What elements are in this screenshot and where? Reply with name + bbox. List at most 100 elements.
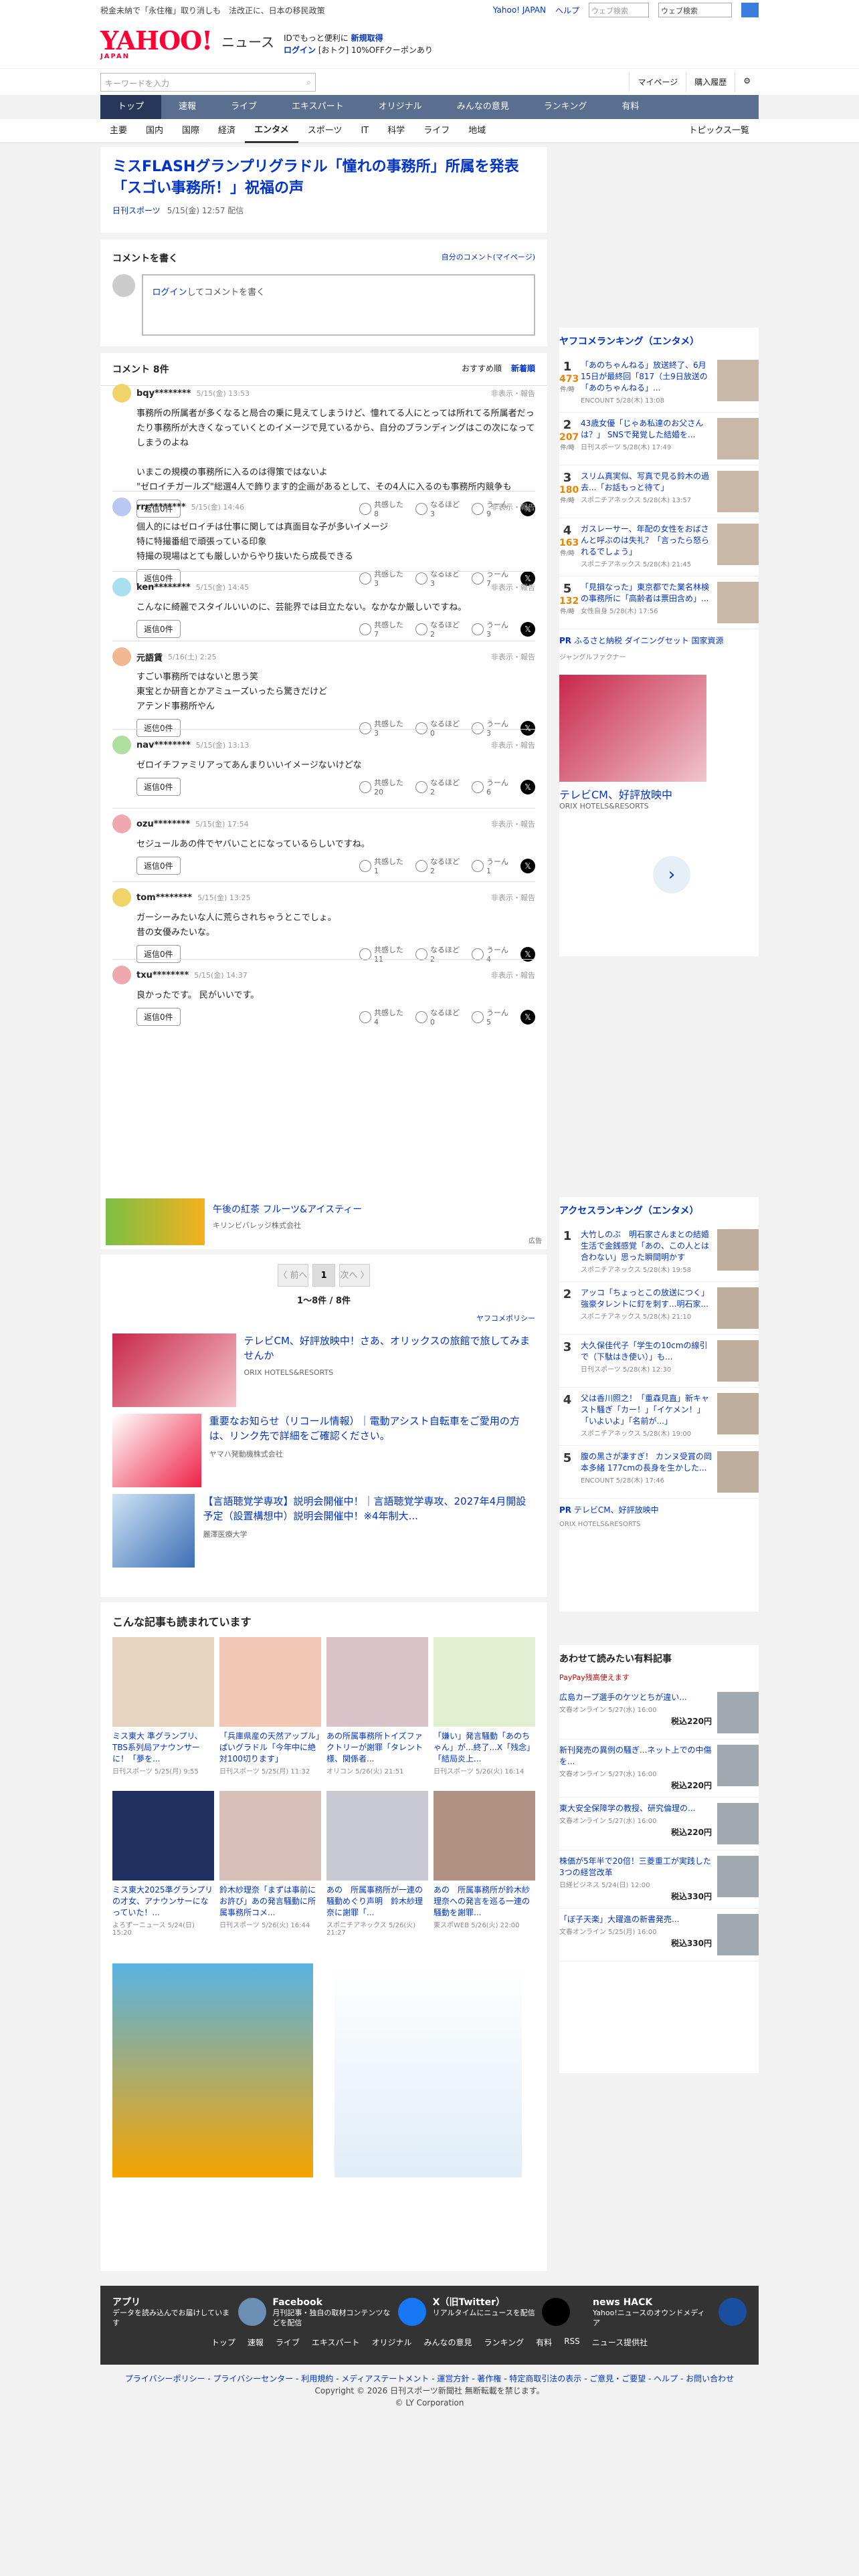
ad-yamaha[interactable]: 重要なお知らせ（リコール情報）｜電動アシスト自転車をご愛用の方は、リンク先で詳細… — [112, 1414, 535, 1487]
reply-button[interactable]: 返信0件 — [136, 620, 181, 638]
ranking-item[interactable]: 1 473 件/時 「あのちゃんねる」放送終了、6月15日が最終回「817（土9日放送… — [559, 354, 759, 413]
report-link[interactable]: 非表示・報告 — [491, 502, 535, 512]
recommended-article[interactable]: 「嫌い」発言騒動「あのちゃん」が...終了...X「残念」「結局炎上... 日刊ス… — [434, 1637, 535, 1786]
yahoo-logo[interactable]: YAHOO! JAPAN — [100, 28, 213, 60]
article-title[interactable]: ミスFLASHグランプリグラドル「憧れの事務所」所属を発表「スゴい事務所！」祝福… — [100, 147, 547, 199]
my-comments-link[interactable]: 自分のコメント(マイページ) — [442, 251, 535, 265]
report-link[interactable]: 非表示・報告 — [491, 582, 535, 593]
category-tab[interactable]: 科学 — [378, 119, 414, 143]
reaction-r3[interactable]: うーん 3 — [472, 718, 508, 738]
nav-item[interactable]: オリジナル — [361, 95, 440, 119]
article-title[interactable]: 「嫌い」発言騒動「あのちゃん」が...終了...X「残念」「結局炎上... — [434, 1731, 535, 1765]
reaction-r3[interactable]: うーん 1 — [472, 856, 508, 875]
facebook-icon[interactable] — [398, 2298, 427, 2326]
x-icon[interactable] — [541, 2298, 570, 2326]
category-tab[interactable]: 国際 — [173, 119, 209, 143]
side-ad-title[interactable]: テレビCM、好評放映中 — [559, 786, 759, 802]
report-link[interactable]: 非表示・報告 — [491, 388, 535, 399]
footer-link[interactable]: 速報 — [248, 2337, 264, 2348]
paid-item[interactable]: 「ぼ子天楽」大躍進の新書発売... 文春オンライン 5/25(月) 16:00 税込… — [559, 1909, 759, 1961]
reaction-r1[interactable]: 共感した 11 — [359, 944, 403, 964]
side-ad-image[interactable] — [559, 675, 706, 782]
article-title[interactable]: あの 所属事務所が鈴木紗理奈への発言を巡る一連の騒動を謝罪... — [434, 1885, 535, 1919]
article-title[interactable]: 「兵庫県産の天然アップル」ぱいグラドル「今年中に絶対100切ります」 — [219, 1731, 321, 1765]
reaction-r1[interactable]: 共感した 4 — [359, 1007, 403, 1027]
reaction-r1[interactable]: 共感した 20 — [359, 777, 403, 796]
article-source[interactable]: 日刊スポーツ — [112, 205, 161, 216]
article-title[interactable]: あの 所属事務所が一連の騒動めぐり声明 鈴木紗理奈に謝罪「... — [326, 1885, 428, 1919]
paid-item[interactable]: 広島カープ選手のケツとちが違い... 文春オンライン 5/27(水) 16:00 税… — [559, 1687, 759, 1739]
recommended-article[interactable]: あの 所属事務所が鈴木紗理奈への発言を巡る一連の騒動を謝罪... 東スポWEB 5… — [434, 1791, 535, 1939]
chevron-right-icon[interactable]: › — [653, 856, 690, 893]
reaction-r2[interactable]: なるほど 0 — [415, 718, 460, 738]
category-tab[interactable]: 国内 — [136, 119, 173, 143]
nav-item[interactable]: 速報 — [161, 95, 213, 119]
web-search-input[interactable]: ウェブ検索 — [589, 3, 649, 17]
nav-item[interactable]: ライブ — [213, 95, 274, 119]
access-item[interactable]: 4 父は香川照之！「重森見直」新キャスト騒ぎ「カー！」「イケメン！」「いよいよ」「… — [559, 1388, 759, 1446]
topbar-headline[interactable]: 税金未納で「永住権」取り消しも 法改正に、日本の移民政策 — [100, 5, 325, 16]
pr-banner[interactable]: 午後の紅茶 フルーツ&アイスティー キリンビバレッジ株式会社 広告 — [100, 1193, 547, 1249]
article-title[interactable]: 鈴木紗理奈「まずは事前にお許び」あの発言騒動に所属事務所コメ... — [219, 1885, 321, 1919]
mypage-button[interactable]: マイページ — [629, 72, 686, 92]
reply-button[interactable]: 返信0件 — [136, 719, 181, 737]
reaction-r3[interactable]: うーん 6 — [472, 777, 508, 796]
reaction-r1[interactable]: 共感した 3 — [359, 718, 403, 738]
report-link[interactable]: 非表示・報告 — [491, 651, 535, 662]
x-share-icon[interactable]: 𝕏 — [520, 1009, 535, 1025]
category-tab[interactable]: エンタメ — [245, 119, 298, 143]
nav-item[interactable]: ランキング — [527, 95, 605, 119]
report-link[interactable]: 非表示・報告 — [491, 892, 535, 903]
reaction-r3[interactable]: うーん 4 — [472, 944, 508, 964]
reaction-r3[interactable]: うーん 3 — [472, 619, 508, 639]
reaction-r1[interactable]: 共感した 1 — [359, 856, 403, 875]
gear-icon[interactable]: ⚙ — [735, 72, 759, 92]
comment-input[interactable]: ログインしてコメントを書く — [141, 274, 535, 336]
ranking-item[interactable]: 2 207 件/時 43歳女優「じゃあ私達のお父さんは？」 SNSで発覚した結婚を..… — [559, 413, 759, 465]
access-item[interactable]: 5 腹の黒さが凄すぎ！ カンヌ受賞の岡本多緒 177cmの長身を生かした... EN… — [559, 1446, 759, 1499]
recommended-article[interactable]: あの 所属事務所が一連の騒動めぐり声明 鈴木紗理奈に謝罪「... スポニチアネック… — [326, 1791, 428, 1939]
comment-author[interactable]: ozu******** — [136, 819, 190, 829]
paid-item[interactable]: 株価が5年半で20倍！三菱重工が実践した3つの経営改革 日経ビジネス 5/24(日… — [559, 1850, 759, 1909]
current-page[interactable]: 1 — [312, 1264, 335, 1287]
reply-button[interactable]: 返信0件 — [136, 857, 181, 875]
comment-author[interactable]: tom******** — [136, 893, 192, 903]
reply-button[interactable]: 返信0件 — [136, 945, 181, 963]
purchase-history-button[interactable]: 購入履歴 — [686, 72, 735, 92]
footer-link[interactable]: ライブ — [276, 2337, 300, 2348]
category-tab[interactable]: 地域 — [459, 119, 495, 143]
paid-item[interactable]: 新刊発売の異例の騒ぎ...ネット上での中傷を... 文春オンライン 5/27(水)… — [559, 1739, 759, 1798]
topics-link[interactable]: トピックス一覧 — [679, 119, 759, 143]
paid-item[interactable]: 東大安全保障学の教授、研究倫理の... 文春オンライン 5/27(水) 16:00… — [559, 1798, 759, 1850]
footer-link[interactable]: ランキング — [484, 2337, 524, 2348]
reply-button[interactable]: 返信0件 — [136, 1008, 181, 1026]
reaction-r2[interactable]: なるほど 0 — [415, 1007, 460, 1027]
nav-item[interactable]: 有料 — [604, 95, 656, 119]
reaction-r3[interactable]: うーん 5 — [472, 1007, 508, 1027]
nav-item[interactable]: みんなの意見 — [440, 95, 527, 119]
footer-link[interactable]: オリジナル — [372, 2337, 412, 2348]
category-tab[interactable]: ライフ — [414, 119, 459, 143]
ranking-pr[interactable]: PR ふるさと納税 ダイニングセット 国家資源 — [559, 629, 759, 651]
x-share-icon[interactable]: 𝕏 — [520, 621, 535, 637]
app-icon[interactable] — [238, 2298, 266, 2326]
category-tab[interactable]: 主要 — [100, 119, 136, 143]
x-share-icon[interactable]: 𝕏 — [520, 779, 535, 794]
reaction-r1[interactable]: 共感した 7 — [359, 619, 403, 639]
comment-author[interactable]: ken******** — [136, 582, 191, 593]
recommended-article[interactable]: 鈴木紗理奈「まずは事前にお許び」あの発言騒動に所属事務所コメ... 日刊スポーツ … — [219, 1791, 321, 1939]
access-item[interactable]: 1 大竹しのぶ 明石家さんまとの結婚生活で金銭感覚「あの、この人とは合わない」思っ… — [559, 1224, 759, 1282]
reaction-r2[interactable]: なるほど 2 — [415, 856, 460, 875]
article-title[interactable]: あの所属事務所トイズファクトリーが謝罪「タレント様、関係者... — [326, 1731, 428, 1765]
ad-image[interactable] — [112, 1963, 313, 2177]
signup-link[interactable]: 新規取得 — [351, 33, 383, 43]
article-title[interactable]: ミス東大2025準グランプリの才女、アナウンサーになっていた！... — [112, 1885, 214, 1919]
ad-reitaku[interactable]: 【言語聴覚学専攻】説明会開催中！｜言語聴覚学専攻、2027年4月開設予定（設置構… — [112, 1494, 535, 1568]
sort-recommended[interactable]: おすすめ順 — [462, 362, 502, 376]
search-type-select[interactable]: ウェブ検索 — [658, 3, 732, 17]
keyword-search-input[interactable]: キーワードを入力 ⌕ — [100, 72, 316, 92]
ranking-item[interactable]: 5 132 件/時 「見損なった」東京都でた業名林検の事務所に「高齢者は票田含め」..… — [559, 576, 759, 629]
access-item[interactable]: 3 大久保佳代子「学生の10cmの線引で（下駄はき使い）」も... 日刊スポーツ 5… — [559, 1335, 759, 1388]
nav-item[interactable]: トップ — [100, 95, 162, 119]
policy-link[interactable]: ヤフコメポリシー — [100, 1306, 547, 1330]
